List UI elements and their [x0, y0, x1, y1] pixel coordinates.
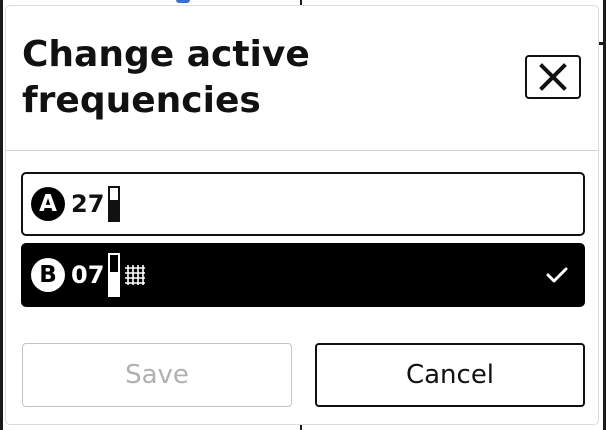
frequency-option-a[interactable]: A 27	[21, 172, 585, 236]
frequency-badge: B	[31, 258, 65, 292]
close-x-icon	[539, 63, 567, 91]
change-frequencies-dialog: Change active frequencies A 27 B 07 Save…	[6, 6, 598, 424]
frequency-number: 07	[71, 261, 105, 289]
backdrop-divider	[599, 42, 606, 45]
backdrop-divider	[300, 424, 302, 430]
backdrop-accent	[176, 0, 190, 3]
frequency-badge: A	[31, 187, 65, 221]
frequency-option-b[interactable]: B 07	[21, 243, 585, 307]
close-button[interactable]	[525, 55, 581, 99]
dialog-title: Change active frequencies	[22, 34, 310, 121]
frequency-number: 27	[71, 190, 105, 218]
checkmark-icon	[545, 265, 569, 285]
save-button[interactable]: Save	[22, 343, 292, 407]
signal-bar-icon	[108, 186, 121, 222]
signal-bar-icon	[108, 253, 121, 297]
title-divider	[6, 150, 598, 151]
cancel-button[interactable]: Cancel	[315, 343, 585, 407]
backdrop-edge	[0, 0, 3, 430]
grid-pattern-icon	[124, 264, 146, 286]
